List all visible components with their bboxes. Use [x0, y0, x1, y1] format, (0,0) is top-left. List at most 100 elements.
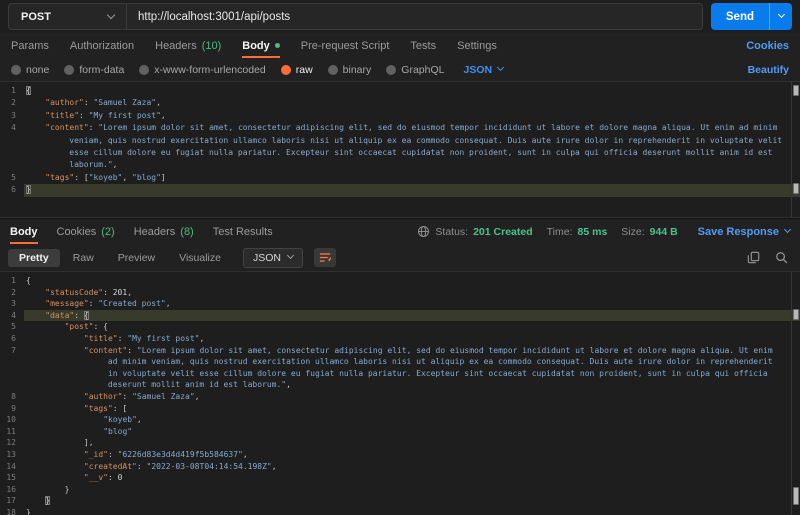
code-line[interactable]: 12],: [0, 437, 800, 449]
code-token: "_id": [84, 450, 108, 459]
code-token: {: [84, 311, 89, 320]
editor-overview-ruler[interactable]: [791, 82, 800, 217]
line-content: "author": "Samuel Zaza",: [24, 97, 800, 109]
send-button[interactable]: Send: [711, 3, 792, 30]
response-tab-test-results[interactable]: Test Results: [213, 219, 273, 244]
code-token: : {: [94, 322, 108, 331]
line-number: 6: [0, 333, 24, 345]
code-line[interactable]: 6}: [0, 184, 800, 196]
line-number: 9: [0, 403, 24, 415]
request-body-editor[interactable]: 1{2"author": "Samuel Zaza",3"title": "My…: [0, 81, 800, 218]
code-line[interactable]: 16}: [0, 484, 800, 496]
radio-label: GraphQL: [401, 64, 444, 76]
copy-icon[interactable]: [747, 251, 760, 264]
send-options-button[interactable]: [769, 3, 792, 30]
body-type-binary[interactable]: binary: [328, 64, 372, 76]
request-language-selector[interactable]: JSON: [463, 64, 503, 76]
code-token: ,: [161, 111, 166, 120]
code-line[interactable]: 4"content": "Lorem ipsum dolor sit amet,…: [0, 122, 800, 172]
tab-headers[interactable]: Headers(10): [155, 33, 221, 58]
code-line[interactable]: 8"author": "Samuel Zaza",: [0, 391, 800, 403]
code-line[interactable]: 15"__v": 0: [0, 472, 800, 484]
code-token: :: [122, 392, 132, 401]
response-section: BodyCookies(2)Headers(8)Test Results Sta…: [0, 218, 800, 515]
code-token: : [: [74, 173, 88, 182]
body-type-x-www-form-urlencoded[interactable]: x-www-form-urlencoded: [139, 64, 265, 76]
code-token: ,: [137, 415, 142, 424]
code-line[interactable]: 3"message": "Created post",: [0, 298, 800, 310]
body-type-raw[interactable]: raw: [281, 64, 313, 76]
beautify-link[interactable]: Beautify: [748, 64, 789, 76]
code-token: "message": [45, 299, 88, 308]
line-number: 15: [0, 472, 24, 484]
body-type-form-data[interactable]: form-data: [64, 64, 124, 76]
code-token: }: [65, 485, 70, 494]
cookies-link[interactable]: Cookies: [746, 40, 789, 52]
url-input[interactable]: http://localhost:3001/api/posts: [127, 4, 702, 29]
line-content: "message": "Created post",: [24, 298, 800, 310]
code-token: "tags": [45, 173, 74, 182]
postman-window: POST http://localhost:3001/api/posts Sen…: [0, 0, 800, 515]
tab-authorization[interactable]: Authorization: [70, 33, 134, 58]
ruler-mark: [793, 183, 799, 194]
view-pretty[interactable]: Pretty: [8, 249, 60, 267]
code-token: "My first post": [89, 111, 161, 120]
code-line[interactable]: 11"blog": [0, 426, 800, 438]
code-token: "content": [84, 346, 127, 355]
method-selector[interactable]: POST: [9, 4, 127, 29]
code-line[interactable]: 10"koyeb",: [0, 414, 800, 426]
code-line[interactable]: 2"statusCode": 201,: [0, 287, 800, 299]
response-tab-headers[interactable]: Headers(8): [134, 219, 194, 244]
view-raw[interactable]: Raw: [62, 249, 105, 267]
code-line[interactable]: 7"content": "Lorem ipsum dolor sit amet,…: [0, 345, 800, 391]
code-line[interactable]: 6"title": "My first post",: [0, 333, 800, 345]
line-number: 18: [0, 507, 24, 515]
radio-label: x-www-form-urlencoded: [154, 64, 265, 76]
radio-icon: [64, 65, 74, 75]
code-token: ]: [161, 173, 166, 182]
code-line[interactable]: 9"tags": [: [0, 403, 800, 415]
language-label: JSON: [253, 252, 281, 264]
line-number: 1: [0, 275, 24, 287]
radio-icon: [328, 65, 338, 75]
tab-params[interactable]: Params: [11, 33, 49, 58]
response-tab-body[interactable]: Body: [10, 219, 38, 244]
code-line[interactable]: 5"tags": ["koyeb", "blog"]: [0, 172, 800, 184]
response-body-editor[interactable]: 1{2"statusCode": 201,3"message": "Create…: [0, 271, 800, 515]
code-line[interactable]: 2"author": "Samuel Zaza",: [0, 97, 800, 109]
view-switcher: PrettyRawPreviewVisualize: [8, 249, 232, 267]
scrollbar-thumb[interactable]: [793, 487, 799, 505]
time-label: Time:: [547, 226, 573, 238]
code-line[interactable]: 14"createdAt": "2022-03-08T04:14:54.198Z…: [0, 461, 800, 473]
line-number: 3: [0, 110, 24, 122]
body-type-none[interactable]: none: [11, 64, 49, 76]
code-line[interactable]: 1{: [0, 275, 800, 287]
wrap-lines-button[interactable]: [314, 248, 336, 267]
view-preview[interactable]: Preview: [107, 249, 166, 267]
code-token: "My first post": [127, 334, 199, 343]
tab-settings[interactable]: Settings: [457, 33, 497, 58]
search-icon[interactable]: [775, 251, 788, 264]
code-line[interactable]: 18}: [0, 507, 800, 515]
save-response-button[interactable]: Save Response: [698, 226, 790, 238]
body-type-row: none form-data x-www-form-urlencoded raw bin…: [0, 58, 800, 81]
code-token: "Lorem ipsum dolor sit amet, consectetur…: [108, 346, 778, 390]
editor-overview-ruler[interactable]: [791, 272, 800, 515]
code-line[interactable]: 4"data": {: [0, 310, 800, 322]
line-number: 10: [0, 414, 24, 426]
response-tab-cookies[interactable]: Cookies(2): [57, 219, 115, 244]
code-line[interactable]: 5"post": {: [0, 321, 800, 333]
tab-tests[interactable]: Tests: [410, 33, 436, 58]
view-visualize[interactable]: Visualize: [168, 249, 232, 267]
response-language-selector[interactable]: JSON: [243, 248, 303, 268]
code-line[interactable]: 1{: [0, 85, 800, 97]
line-content: "data": {: [24, 310, 800, 322]
body-type-graphql[interactable]: GraphQL: [386, 64, 444, 76]
code-line[interactable]: 3"title": "My first post",: [0, 110, 800, 122]
tab-body[interactable]: Body: [242, 33, 280, 58]
line-content: "statusCode": 201,: [24, 287, 800, 299]
code-token: :: [89, 123, 99, 132]
code-line[interactable]: 17}: [0, 495, 800, 507]
tab-pre-request-script[interactable]: Pre-request Script: [301, 33, 390, 58]
code-line[interactable]: 13"_id": "6226d83e3d4d419f5b584637",: [0, 449, 800, 461]
